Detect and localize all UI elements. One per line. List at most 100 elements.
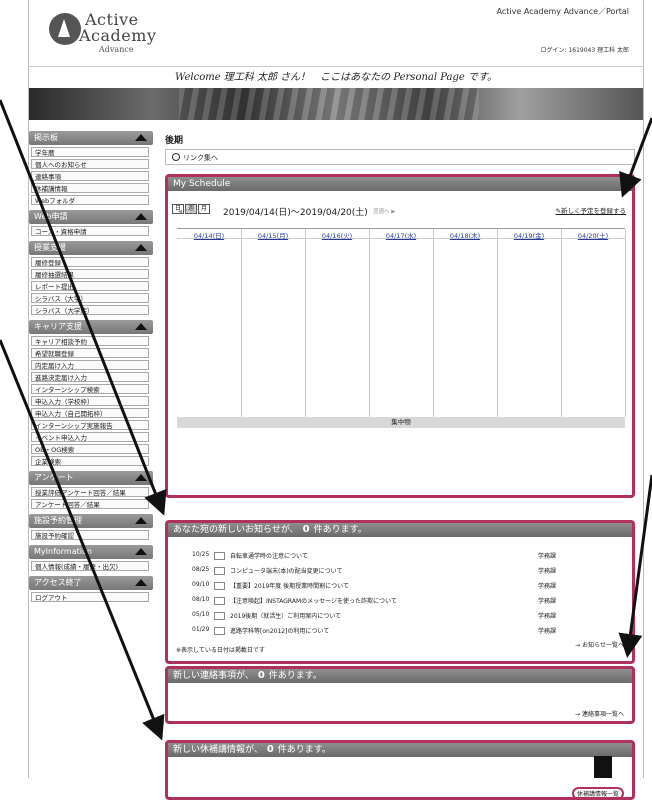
notice-row[interactable]: 10/25 自転車通学時の注意について 学務課: [178, 551, 628, 561]
portal-frame: Active Academy Advance Active Academy Ad…: [28, 0, 644, 800]
sidebar: 掲示板学年暦個人へのお知らせ 連絡事項休補講情報 Webフォルダ Web申請コース・資…: [29, 126, 153, 602]
week-calendar: 集中物 04/14(日) 04/15(月) 04/16(火) 04/17(水) 04/1…: [177, 228, 626, 487]
sidebar-section-1[interactable]: Web申請: [29, 210, 153, 224]
sidebar-item[interactable]: 個人情報(成績・履修・出欠): [31, 561, 149, 571]
next-week-link[interactable]: 翌週へ ▶: [373, 207, 396, 215]
notice-sender: 学務課: [538, 613, 557, 620]
contacts-title: 新しい連絡事項が、 0 件あります。: [168, 669, 632, 683]
sidebar-section-5[interactable]: 施設予約管理: [29, 514, 153, 528]
sidebar-item[interactable]: 授業評価アンケート回答／結果: [31, 487, 149, 497]
sidebar-section-3[interactable]: キャリア支援: [29, 320, 153, 334]
sidebar-item[interactable]: イベント申込入力: [31, 432, 149, 442]
day-header-link[interactable]: 04/17(水): [369, 230, 433, 240]
sidebar-section-title: キャリア支援: [34, 322, 82, 331]
sidebar-item[interactable]: アンケート回答／結果: [31, 499, 149, 509]
day-header-link[interactable]: 04/19(金): [497, 230, 561, 240]
notices-more-link[interactable]: → お知らせ一覧へ: [575, 640, 624, 649]
sidebar-section-title: Web申請: [34, 212, 68, 221]
classes-more-label: 休補講情報一覧: [576, 791, 619, 798]
chevron-up-icon: [135, 323, 147, 330]
sidebar-item[interactable]: 休補講情報: [31, 183, 149, 193]
notice-row[interactable]: 05/10 2019後期（就活生）ご利用案内について 学務課: [178, 611, 628, 621]
logo-text-3: Advance: [99, 45, 134, 54]
portal-title: Active Academy Advance／Portal: [496, 7, 629, 16]
sidebar-section-4[interactable]: アンケート: [29, 471, 153, 485]
prev-week-link[interactable]: ◀ 先週へ: [178, 207, 201, 215]
schedule-title: My Schedule: [168, 177, 632, 191]
classes-more-link[interactable]: 休補講情報一覧: [571, 787, 624, 800]
sidebar-item[interactable]: 学年暦: [31, 147, 149, 157]
notice-row[interactable]: 01/29 進路学科等[on2012]の利用について 学務課: [178, 626, 628, 636]
sidebar-item[interactable]: 希望就職登録: [31, 348, 149, 358]
sidebar-item[interactable]: インターンシップ検索: [31, 384, 149, 394]
contacts-title-post: 件あります。: [268, 671, 322, 681]
notices-title-pre: あなた宛の新しいお知らせが、: [173, 525, 299, 535]
sidebar-section-6[interactable]: MyInformation: [29, 545, 153, 559]
day-header-link[interactable]: 04/20(土): [561, 230, 625, 240]
new-schedule-link[interactable]: ✎新しく予定を登録する: [556, 205, 626, 215]
sidebar-item[interactable]: 履修登録: [31, 257, 149, 267]
mail-icon: [214, 627, 225, 635]
notice-sender: 学務課: [538, 568, 557, 575]
sidebar-item[interactable]: シラバス（大学）: [31, 293, 149, 303]
chevron-up-icon: [135, 517, 147, 524]
sidebar-item[interactable]: 企業検索: [31, 456, 149, 466]
day-header-link[interactable]: 04/15(月): [241, 230, 305, 240]
notices-title-post: 件あります。: [313, 525, 367, 535]
contacts-panel: 新しい連絡事項が、 0 件あります。 → 連絡事項一覧へ: [165, 666, 635, 724]
notices-more-label: お知らせ一覧へ: [582, 642, 624, 649]
sidebar-item[interactable]: Webフォルダ: [31, 195, 149, 205]
sidebar-item[interactable]: シラバス（大学院）: [31, 305, 149, 315]
day-column: 04/17(水): [369, 229, 434, 417]
notice-title: 自転車通学時の注意について: [230, 553, 308, 560]
sidebar-item[interactable]: 内定届け入力: [31, 360, 149, 370]
sidebar-item[interactable]: 個人へのお知らせ: [31, 159, 149, 169]
sidebar-item[interactable]: キャリア相談予約: [31, 336, 149, 346]
sidebar-item[interactable]: 履修抽選結果: [31, 269, 149, 279]
contacts-more-label: 連絡事項一覧へ: [581, 711, 624, 718]
notice-title: 2019後期（就活生）ご利用案内について: [230, 613, 342, 620]
sidebar-item[interactable]: 進路決定届け入力: [31, 372, 149, 382]
notice-row[interactable]: 09/10 【重要】2019年度 後期授業時間割について 学務課: [178, 581, 628, 591]
notice-row[interactable]: 08/10 【注意喚起】INSTAGRAMのメッセージを使った詐欺について 学務課: [178, 596, 628, 606]
schedule-status: 集中物: [177, 417, 625, 428]
mail-icon: [214, 597, 225, 605]
day-column: 04/16(火): [305, 229, 370, 417]
sidebar-item[interactable]: レポート提出: [31, 281, 149, 291]
day-header-link[interactable]: 04/18(木): [433, 230, 497, 240]
mail-icon: [214, 567, 225, 575]
sidebar-item[interactable]: インターンシップ実施報告: [31, 420, 149, 430]
notices-panel: あなた宛の新しいお知らせが、 0 件あります。 10/25 自転車通学時の注意について…: [165, 520, 635, 664]
link-collection-label: リンク集へ: [183, 154, 218, 162]
notice-row[interactable]: 08/25 コンピュータ端末(本)の配当変更について 学務課: [178, 566, 628, 576]
sidebar-item[interactable]: 施設予約確認: [31, 530, 149, 540]
banner-image: [29, 88, 643, 120]
notice-date: 08/25: [192, 566, 210, 573]
sidebar-item[interactable]: 申込入力（学校枠）: [31, 396, 149, 406]
day-column: 04/19(金): [497, 229, 562, 417]
sidebar-item[interactable]: コース・資格申請: [31, 226, 149, 236]
classes-count: 0: [266, 744, 274, 755]
day-header-link[interactable]: 04/14(日): [177, 230, 241, 240]
sidebar-section-7[interactable]: アクセス終了: [29, 576, 153, 590]
sidebar-section-title: アクセス終了: [34, 578, 82, 587]
sidebar-item[interactable]: OB・OG検索: [31, 444, 149, 454]
logo-text-2: Academy: [79, 26, 157, 45]
day-header-link[interactable]: 04/16(火): [305, 230, 369, 240]
contacts-title-pre: 新しい連絡事項が、: [173, 671, 254, 681]
sidebar-item[interactable]: 申込入力（自己開拓枠）: [31, 408, 149, 418]
contacts-more-link[interactable]: → 連絡事項一覧へ: [575, 709, 624, 718]
sidebar-section-title: アンケート: [34, 473, 74, 482]
link-collection[interactable]: リンク集へ: [165, 149, 635, 165]
notices-footnote: ※表示している日付は掲載日です: [176, 647, 265, 654]
day-column: 04/14(日): [177, 229, 242, 417]
notice-date: 01/29: [192, 626, 210, 633]
contacts-count: 0: [257, 670, 265, 681]
sidebar-section-0[interactable]: 掲示板: [29, 131, 153, 145]
sidebar-item[interactable]: ログアウト: [31, 592, 149, 602]
notice-date: 09/10: [192, 581, 210, 588]
sidebar-item[interactable]: 連絡事項: [31, 171, 149, 181]
header: Active Academy Advance Active Academy Ad…: [29, 0, 643, 62]
sidebar-section-2[interactable]: 授業支援: [29, 241, 153, 255]
notice-sender: 学務課: [538, 598, 557, 605]
